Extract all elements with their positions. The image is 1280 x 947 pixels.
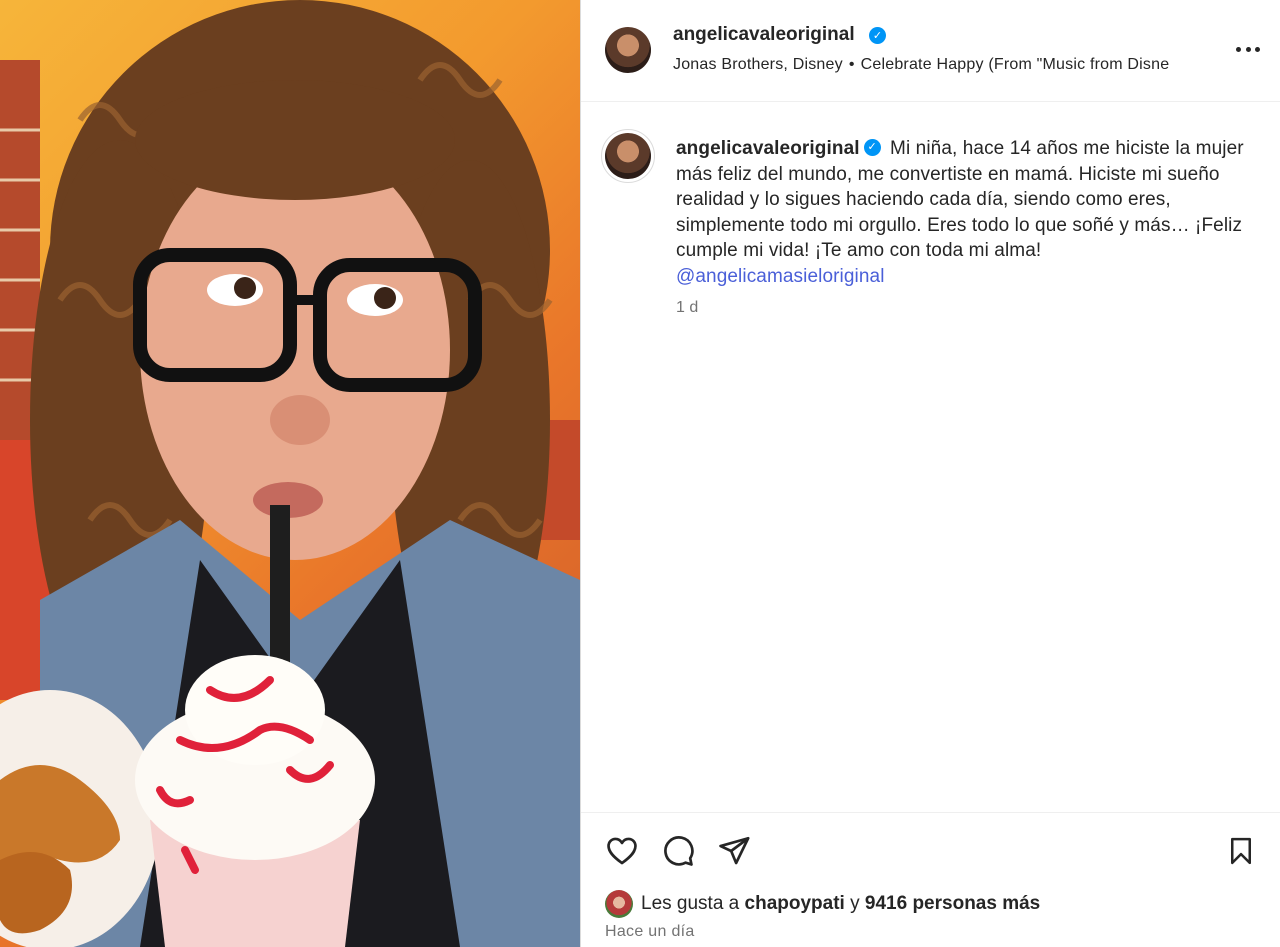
liker-avatar[interactable]: [605, 890, 633, 918]
bookmark-icon[interactable]: [1222, 832, 1260, 870]
post-caption: angelicavaleoriginal ✓ Mi niña, hace 14 a…: [676, 136, 1276, 290]
caption-age[interactable]: 1 d: [676, 299, 698, 317]
post-header: angelicavaleoriginal ✓ Jonas Brothers, D…: [581, 0, 1280, 102]
audio-artist[interactable]: Jonas Brothers, Disney: [673, 56, 843, 73]
author-username[interactable]: angelicavaleoriginal: [673, 24, 855, 46]
caption-username[interactable]: angelicavaleoriginal: [676, 138, 860, 159]
likes-others-count[interactable]: 9416 personas más: [865, 893, 1040, 915]
likes-prefix: Les gusta a: [641, 893, 740, 914]
heart-icon[interactable]: [603, 832, 641, 870]
action-bar: [603, 832, 753, 870]
likes-conjunction: y: [850, 893, 860, 914]
liker-username[interactable]: chapoypati: [745, 893, 845, 915]
post-details-panel: angelicavaleoriginal ✓ Jonas Brothers, D…: [581, 0, 1280, 947]
author-avatar[interactable]: [605, 27, 651, 73]
caption-avatar[interactable]: [605, 133, 651, 179]
verified-badge-icon: ✓: [869, 27, 886, 44]
photo-illustration: [0, 0, 580, 947]
more-options-icon[interactable]: [1236, 37, 1260, 61]
footer-divider: [581, 812, 1280, 813]
comment-icon[interactable]: [659, 832, 697, 870]
caption-mention-link[interactable]: @angelicamasieloriginal: [676, 266, 885, 287]
post-photo[interactable]: [0, 0, 580, 947]
audio-separator: •: [848, 56, 855, 73]
post-date[interactable]: Hace un día: [605, 923, 695, 941]
verified-badge-icon: ✓: [863, 138, 881, 156]
audio-attribution[interactable]: Jonas Brothers, Disney • Celebrate Happy (…: [673, 56, 1233, 74]
audio-track[interactable]: Celebrate Happy (From "Music from Disne: [861, 56, 1170, 73]
instagram-post: angelicavaleoriginal ✓ Jonas Brothers, D…: [0, 0, 1280, 947]
likes-summary[interactable]: Les gusta a chapoypati y 9416 personas m…: [605, 890, 1040, 918]
share-icon[interactable]: [715, 832, 753, 870]
